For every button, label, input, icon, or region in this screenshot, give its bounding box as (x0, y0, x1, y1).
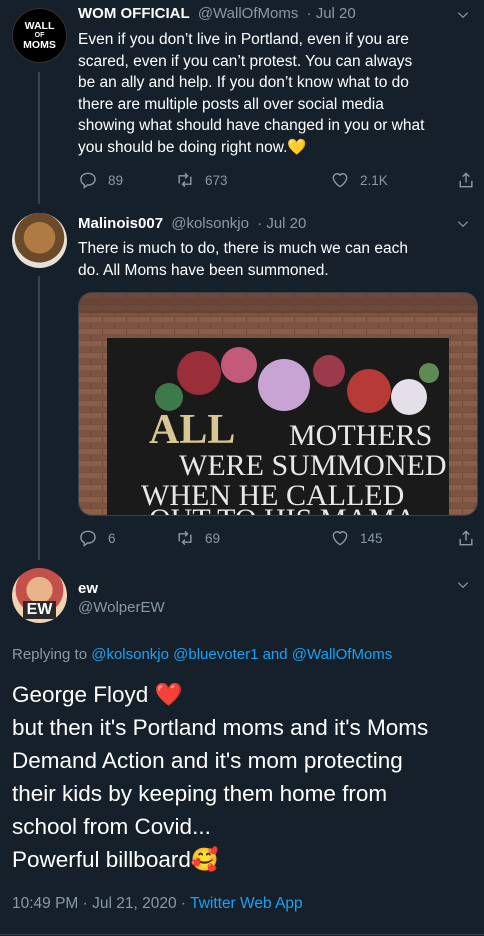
reply-count: 89 (108, 172, 124, 188)
replying-prefix: Replying to (12, 646, 88, 663)
tweet-image[interactable]: ALL MOTHERS WERE SUMMONED WHEN HE CALLED… (78, 292, 478, 516)
text-line: scared, even if you can’t protest. You c… (78, 52, 413, 70)
text-line: do. All Moms have been summoned. (78, 261, 329, 279)
avatar-text: WALL (24, 19, 55, 32)
share-button[interactable] (456, 528, 484, 548)
divider (0, 934, 484, 935)
display-name[interactable]: Malinois007 (78, 215, 163, 232)
caret-down-icon[interactable] (456, 217, 470, 231)
username[interactable]: @WallOfMoms (198, 5, 299, 22)
text-line: Powerful billboard🥰 (12, 847, 219, 872)
tweet-timestamp: 10:49 PM · Jul 21, 2020 · Twitter Web Ap… (12, 895, 303, 913)
avatar[interactable] (12, 213, 67, 268)
tweet-actions: 89 673 2.1K (78, 170, 478, 194)
avatar-text: MOMS (23, 38, 56, 51)
text-line: showing what should have changed in you … (78, 117, 425, 134)
reply-icon (80, 530, 96, 547)
reply-button[interactable]: 89 (78, 170, 123, 190)
caret-down-icon[interactable] (456, 578, 470, 592)
like-icon (332, 531, 348, 546)
text-line: Even if you don’t live in Portland, even… (78, 31, 409, 48)
timestamp-text[interactable]: 10:49 PM · Jul 21, 2020 · (12, 895, 186, 912)
retweet-button[interactable]: 69 (175, 528, 220, 548)
tweet-header: WOM OFFICIAL @WallOfMoms · Jul 20 (78, 5, 356, 22)
tweet-actions: 6 69 145 (78, 528, 478, 552)
retweet-button[interactable]: 673 (175, 170, 228, 190)
username[interactable]: @kolsonkjo (171, 215, 249, 232)
separator-dot: · (257, 215, 263, 232)
text-line: you should be doing right now.💛 (78, 138, 307, 156)
billboard-photo: ALL MOTHERS WERE SUMMONED WHEN HE CALLED… (79, 293, 477, 516)
text-line: be an ally and help. If you don’t know w… (78, 74, 409, 91)
text-line: there are multiple posts all over social… (78, 95, 384, 113)
separator-dot: · (306, 5, 312, 22)
reply-count: 6 (108, 530, 116, 546)
share-icon (459, 530, 473, 546)
billboard-text: MOTHERS (289, 419, 432, 452)
share-button[interactable] (456, 170, 484, 190)
display-name[interactable]: WOM OFFICIAL (78, 5, 190, 22)
retweet-count: 673 (205, 172, 228, 188)
like-count: 2.1K (360, 172, 388, 188)
text-line: George Floyd ❤️ (12, 682, 183, 707)
tweet-date[interactable]: Jul 20 (266, 215, 306, 232)
caret-down-icon[interactable] (456, 8, 470, 22)
like-button[interactable]: 145 (330, 528, 383, 548)
replying-to-links[interactable]: @kolsonkjo @bluevoter1 and @WallOfMoms (91, 646, 392, 663)
billboard-text: WERE SUMMONED (179, 449, 447, 482)
tweet-date[interactable]: Jul 20 (316, 5, 356, 22)
text-line: There is much to do, there is much we ca… (78, 240, 408, 257)
reply-icon (80, 172, 96, 189)
avatar[interactable]: WALL OF MOMS (12, 8, 67, 63)
like-icon (332, 173, 348, 188)
tweet-text: Even if you don’t live in Portland, even… (78, 29, 470, 158)
text-line: Demand Action and it's mom protecting (12, 748, 403, 773)
tweet-header: Malinois007 @kolsonkjo · Jul 20 (78, 215, 306, 232)
retweet-icon (178, 172, 192, 188)
avatar[interactable]: EW (12, 568, 67, 623)
source-link[interactable]: Twitter Web App (190, 895, 303, 912)
tweet-wom-official[interactable]: WALL OF MOMS WOM OFFICIAL @WallOfMoms · … (0, 0, 484, 200)
username[interactable]: @WolperEW (78, 599, 165, 616)
tweet-text: There is much to do, there is much we ca… (78, 238, 470, 281)
share-icon (459, 172, 473, 188)
retweet-count: 69 (205, 530, 221, 546)
like-button[interactable]: 2.1K (330, 170, 388, 190)
text-line: but then it's Portland moms and it's Mom… (12, 715, 429, 740)
billboard-text: ALL (149, 407, 235, 453)
reply-button[interactable]: 6 (78, 528, 116, 548)
display-name[interactable]: ew (78, 580, 165, 597)
text-line: their kids by keeping them home from (12, 781, 388, 806)
main-tweet-text: George Floyd ❤️ but then it's Portland m… (12, 678, 478, 876)
retweet-icon (178, 530, 192, 546)
like-count: 145 (360, 530, 383, 546)
text-line: school from Covid... (12, 814, 211, 839)
billboard-text: OUT TO HIS MAMA (149, 503, 417, 516)
avatar-text: EW (22, 601, 57, 619)
tweet-header: ew @WolperEW (78, 580, 165, 616)
replying-to: Replying to @kolsonkjo @bluevoter1 and @… (12, 646, 392, 663)
